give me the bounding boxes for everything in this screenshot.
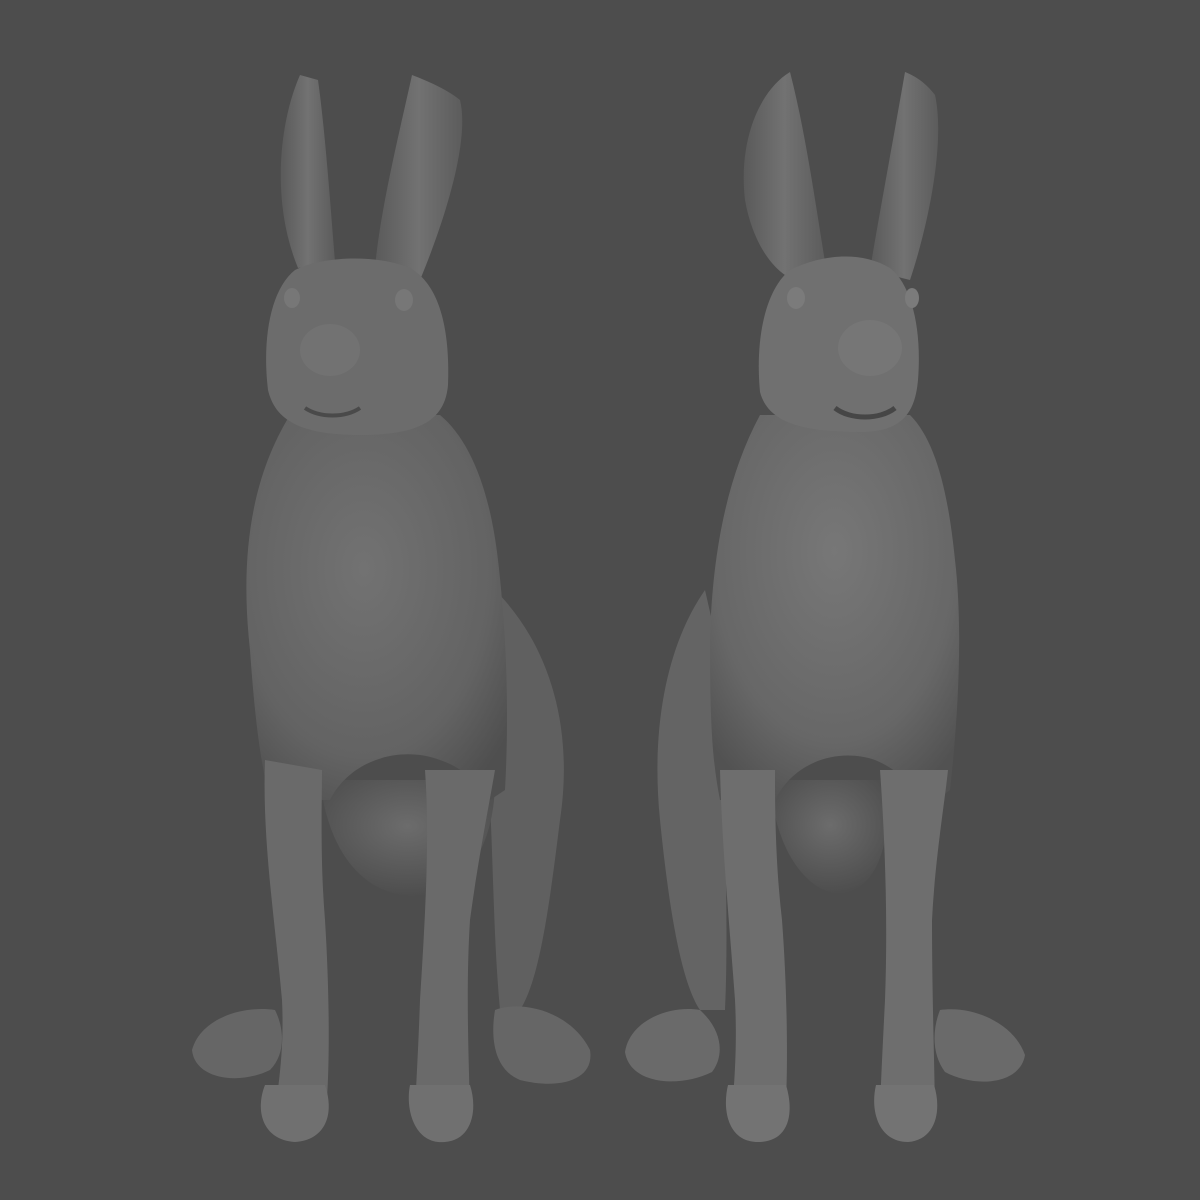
eye-right	[905, 288, 919, 308]
eye-right	[395, 289, 413, 311]
hare-sculpt-detailed	[192, 75, 591, 1143]
torso	[710, 415, 960, 805]
front-leg-left	[264, 760, 329, 1120]
torso	[246, 415, 508, 800]
hind-foot-left	[192, 1009, 282, 1079]
ear-left	[280, 75, 335, 268]
belly	[770, 780, 890, 894]
hind-foot-right	[934, 1009, 1025, 1082]
front-leg-right	[880, 770, 948, 1120]
muzzle	[300, 324, 360, 376]
ear-left	[743, 72, 825, 275]
render-viewport	[0, 0, 1200, 1200]
ear-right	[870, 72, 939, 280]
eye-left	[787, 287, 805, 309]
eye-left	[284, 288, 300, 308]
front-paw-left	[260, 1085, 329, 1142]
hind-foot-right	[493, 1006, 591, 1084]
ear-right	[375, 75, 463, 280]
render-scene	[192, 72, 1025, 1143]
muzzle	[838, 320, 902, 376]
front-paw-left	[725, 1085, 790, 1142]
hare-sculpt-smooth	[625, 72, 1025, 1142]
hind-foot-left	[625, 1009, 720, 1082]
front-paw-right	[408, 1085, 474, 1143]
front-paw-right	[874, 1085, 938, 1142]
